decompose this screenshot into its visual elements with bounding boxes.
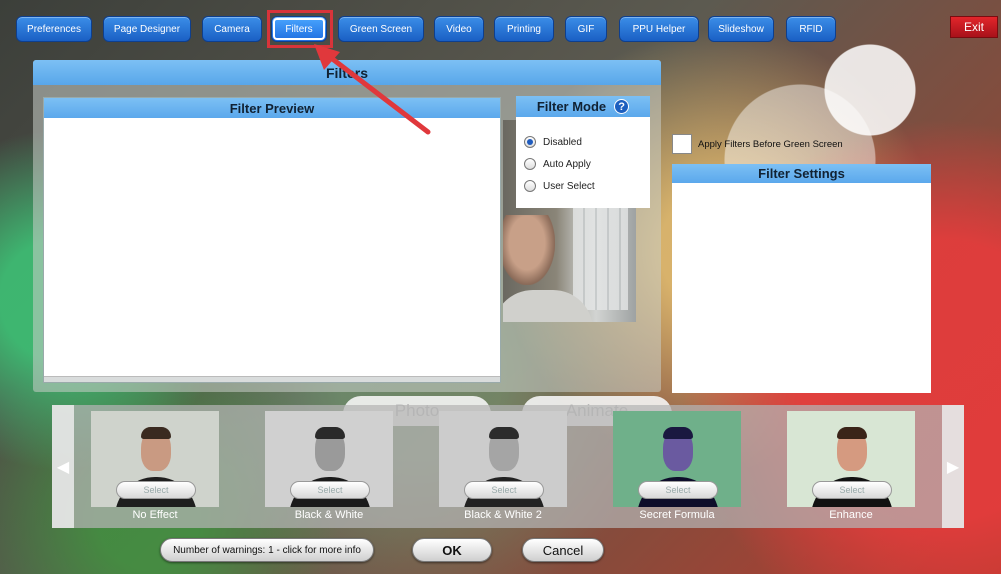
tab-slideshow[interactable]: Slideshow <box>708 16 774 42</box>
radio-auto-apply[interactable]: Auto Apply <box>524 156 591 172</box>
tab-rfid[interactable]: RFID <box>786 16 836 42</box>
filter-thumb-enhance[interactable]: Select <box>787 411 915 507</box>
tab-green-screen[interactable]: Green Screen <box>338 16 424 42</box>
filter-thumb-secret-formula[interactable]: Select <box>613 411 741 507</box>
thumb-hair <box>141 427 171 439</box>
filter-thumb-black-white[interactable]: Select <box>265 411 393 507</box>
filter-preview-scrollbar[interactable] <box>44 376 500 382</box>
warnings-button[interactable]: Number of warnings: 1 - click for more i… <box>160 538 374 562</box>
thumb-hair <box>315 427 345 439</box>
radio-auto-apply-label: Auto Apply <box>543 158 591 170</box>
tab-printing[interactable]: Printing <box>494 16 554 42</box>
filter-mode-header: Filter Mode ? <box>516 96 650 117</box>
thumb-hair <box>837 427 867 439</box>
tab-gif[interactable]: GIF <box>565 16 607 42</box>
cancel-button[interactable]: Cancel <box>522 538 604 562</box>
apply-before-green-screen-label: Apply Filters Before Green Screen <box>698 138 843 150</box>
select-button[interactable]: Select <box>116 481 196 499</box>
filter-thumb-no-effect[interactable]: Select <box>91 411 219 507</box>
help-icon[interactable]: ? <box>614 99 630 114</box>
carousel-prev-icon[interactable]: ◀ <box>52 405 74 528</box>
tab-page-designer[interactable]: Page Designer <box>103 16 191 42</box>
tab-preferences[interactable]: Preferences <box>16 16 92 42</box>
filter-mode-panel: Filter Mode ? Disabled Auto Apply User S… <box>516 96 650 208</box>
tab-ppu-helper[interactable]: PPU Helper <box>619 16 699 42</box>
select-button[interactable]: Select <box>812 481 892 499</box>
tab-video[interactable]: Video <box>434 16 484 42</box>
filter-label: Black & White 2 <box>464 509 542 521</box>
filter-settings-title: Filter Settings <box>672 164 931 183</box>
filter-carousel: ◀ Select No Effect Select Black & White … <box>52 405 964 528</box>
radio-user-select[interactable]: User Select <box>524 178 595 194</box>
thumb-hair <box>663 427 693 439</box>
apply-before-green-screen[interactable]: Apply Filters Before Green Screen <box>672 134 843 154</box>
thumb-hair <box>489 427 519 439</box>
exit-button[interactable]: Exit <box>950 16 998 38</box>
filter-thumb-black-white-2[interactable]: Select <box>439 411 567 507</box>
carousel-next-icon[interactable]: ▶ <box>942 405 964 528</box>
apply-before-green-screen-checkbox[interactable] <box>672 134 692 154</box>
select-button[interactable]: Select <box>638 481 718 499</box>
radio-disabled-label: Disabled <box>543 136 582 148</box>
annotation-arrow-icon <box>314 44 431 135</box>
radio-disabled[interactable]: Disabled <box>524 134 582 150</box>
filter-label: Black & White <box>294 509 364 521</box>
webcam-face <box>503 215 555 285</box>
filter-mode-title: Filter Mode <box>536 99 607 114</box>
filter-label: Secret Formula <box>639 509 715 521</box>
tab-camera[interactable]: Camera <box>202 16 262 42</box>
filter-settings-panel: Filter Settings <box>672 164 931 393</box>
radio-button[interactable] <box>524 180 536 192</box>
radio-user-select-label: User Select <box>543 180 595 192</box>
filter-label: Enhance <box>829 509 873 521</box>
filter-label: No Effect <box>132 509 178 521</box>
select-button[interactable]: Select <box>290 481 370 499</box>
radio-button-checked[interactable] <box>524 136 536 148</box>
radio-button[interactable] <box>524 158 536 170</box>
select-button[interactable]: Select <box>464 481 544 499</box>
ok-button[interactable]: OK <box>412 538 492 562</box>
